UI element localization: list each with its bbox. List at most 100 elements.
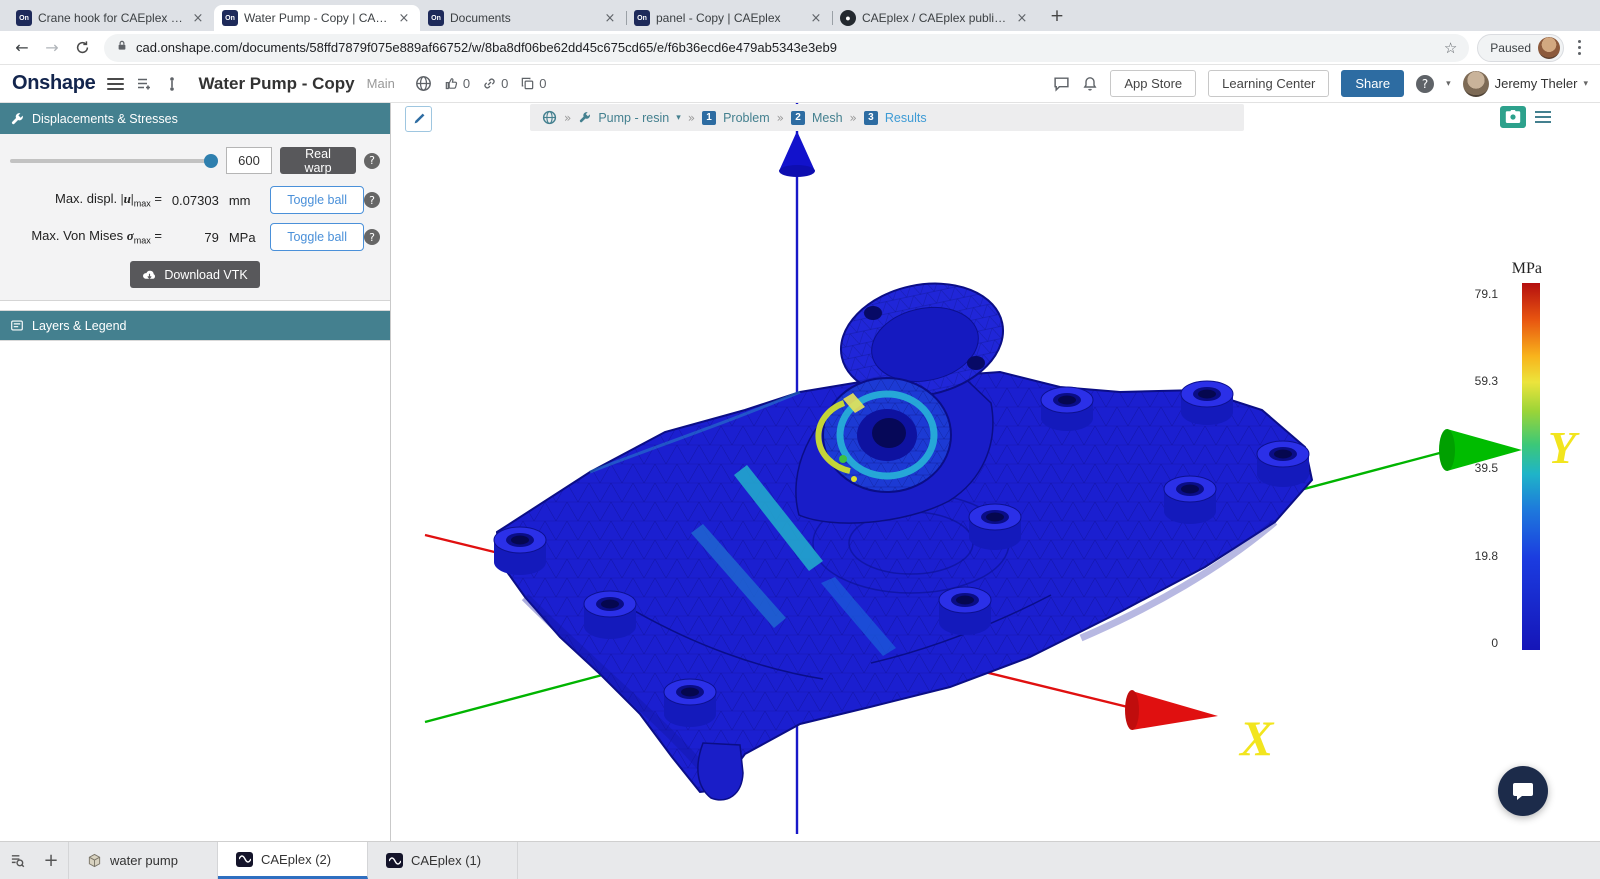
help-caret-icon[interactable]: ▾: [1446, 79, 1451, 89]
step-2-badge: 2: [791, 111, 805, 125]
max-vonmises-row: Max. Von Mises σmax = 79 MPa Toggle ball…: [10, 223, 380, 251]
chevron-down-icon[interactable]: ▾: [676, 113, 681, 123]
edit-button[interactable]: [405, 106, 432, 132]
tab-close-icon[interactable]: ×: [396, 10, 412, 26]
part-studio-icon: [87, 853, 102, 868]
forward-icon[interactable]: →: [38, 34, 66, 62]
hamburger-menu-icon[interactable]: [107, 78, 124, 90]
section-displacements-stresses[interactable]: Displacements & Stresses: [0, 103, 390, 134]
browser-tab[interactable]: ● CAEplex / CAEplex public project ×: [832, 5, 1038, 31]
versions-branch-icon[interactable]: [164, 76, 180, 92]
caeplex-icon: [236, 852, 253, 867]
tab-close-icon[interactable]: ×: [190, 10, 206, 26]
paused-label: Paused: [1490, 41, 1531, 55]
copy-count: 0: [539, 76, 546, 91]
real-warp-button[interactable]: Real warp: [280, 147, 356, 174]
tree-list-icon[interactable]: [136, 76, 152, 92]
z-axis-arrow: [779, 131, 815, 177]
step-3-badge: 3: [864, 111, 878, 125]
url-bar[interactable]: cad.onshape.com/documents/58ffd7879f075e…: [104, 34, 1469, 62]
element-tab-water-pump[interactable]: water pump: [68, 842, 218, 879]
browser-tab-active[interactable]: On Water Pump - Copy | CAEplex ×: [214, 5, 420, 31]
document-title: Water Pump - Copy: [198, 74, 354, 94]
help-icon[interactable]: ?: [1416, 75, 1434, 93]
user-menu[interactable]: Jeremy Theler ▾: [1463, 71, 1588, 97]
chat-widget-button[interactable]: [1498, 766, 1548, 816]
reload-icon[interactable]: [68, 34, 96, 62]
camera-icon: [1505, 110, 1521, 124]
caeplex-icon: [386, 853, 403, 868]
bolt-boss: [939, 587, 991, 635]
viewport-toolbar: [1500, 106, 1555, 128]
section-layers-legend[interactable]: Layers & Legend: [0, 310, 390, 341]
element-search-button[interactable]: [0, 842, 34, 879]
3d-viewport-canvas[interactable]: X Y: [391, 103, 1600, 841]
warp-help-icon[interactable]: ?: [364, 153, 380, 169]
onshape-favicon: On: [222, 10, 238, 26]
tab-close-icon[interactable]: ×: [1014, 10, 1030, 26]
tab-close-icon[interactable]: ×: [602, 10, 618, 26]
warp-factor-input[interactable]: [226, 147, 272, 174]
outlet-stub: [698, 743, 743, 800]
max-displacement-unit: mm: [219, 193, 258, 208]
warp-row: Real warp ?: [10, 147, 380, 174]
breadcrumb-step-results[interactable]: Results: [885, 111, 927, 125]
element-tab-caeplex-1[interactable]: CAEplex (1): [368, 842, 518, 879]
copies-stat[interactable]: 0: [520, 76, 546, 91]
colorbar-tick: 0: [1454, 636, 1498, 650]
likes-stat[interactable]: 0: [444, 76, 470, 91]
vonmises-help-icon[interactable]: ?: [364, 229, 380, 245]
browser-tab[interactable]: On Documents ×: [420, 5, 626, 31]
bolt-boss: [494, 527, 546, 575]
breadcrumb-step-problem[interactable]: Problem: [723, 111, 770, 125]
breadcrumb-step-mesh[interactable]: Mesh: [812, 111, 843, 125]
warp-slider[interactable]: [10, 154, 218, 168]
onshape-favicon: On: [428, 10, 444, 26]
bookmark-star-icon[interactable]: ☆: [1444, 39, 1457, 57]
browser-tab[interactable]: On panel - Copy | CAEplex ×: [626, 5, 832, 31]
add-element-button[interactable]: +: [34, 842, 68, 879]
workspace-label[interactable]: Main: [367, 76, 395, 91]
displacement-help-icon[interactable]: ?: [364, 192, 380, 208]
profile-paused-chip[interactable]: Paused: [1477, 34, 1564, 62]
bolt-boss: [1041, 387, 1093, 431]
toggle-ball-displacement-button[interactable]: Toggle ball: [270, 186, 364, 214]
viewport[interactable]: X Y » Pump - resin ▾ » 1 Problem » 2 Mes…: [391, 103, 1600, 841]
browser-tab[interactable]: On Crane hook for CAEplex | CAEplex ×: [8, 5, 214, 31]
element-tab-caeplex-2[interactable]: CAEplex (2): [218, 842, 368, 879]
link-icon: [482, 76, 497, 91]
toggle-ball-vonmises-button[interactable]: Toggle ball: [270, 223, 364, 251]
warp-slider-track[interactable]: [10, 159, 218, 163]
like-count: 0: [463, 76, 470, 91]
caeplex-panel: Displacements & Stresses Real warp ? Max…: [0, 103, 391, 841]
globe-icon[interactable]: [542, 110, 557, 125]
breadcrumb-separator: »: [777, 111, 784, 125]
app-store-button[interactable]: App Store: [1110, 70, 1196, 97]
links-stat[interactable]: 0: [482, 76, 508, 91]
legend-list-button[interactable]: [1531, 106, 1555, 128]
bolt-boss: [584, 591, 636, 639]
screenshot-button[interactable]: [1500, 106, 1526, 128]
element-tab-label: water pump: [110, 853, 178, 868]
back-icon[interactable]: ←: [8, 34, 36, 62]
bell-icon[interactable]: [1082, 76, 1098, 92]
wrench-icon: [578, 111, 591, 124]
share-button[interactable]: Share: [1341, 70, 1404, 97]
breadcrumb-project[interactable]: Pump - resin: [598, 111, 669, 125]
download-vtk-button[interactable]: Download VTK: [130, 261, 259, 288]
onshape-logo[interactable]: Onshape: [12, 72, 95, 95]
browser-menu-icon[interactable]: [1570, 40, 1588, 55]
globe-icon[interactable]: [415, 75, 432, 92]
warp-slider-handle[interactable]: [204, 154, 218, 168]
wrench-icon: [10, 112, 24, 126]
element-tab-bar: + water pump CAEplex (2) CAEplex (1): [0, 841, 1600, 879]
x-axis-label: X: [1238, 710, 1275, 766]
bolt-boss: [1257, 441, 1309, 487]
chat-icon[interactable]: [1053, 75, 1070, 92]
colorbar-tick: 79.1: [1454, 287, 1498, 301]
tab-close-icon[interactable]: ×: [808, 10, 824, 26]
learning-center-button[interactable]: Learning Center: [1208, 70, 1329, 97]
download-row: Download VTK: [10, 261, 380, 288]
element-tab-label: CAEplex (2): [261, 852, 331, 867]
new-tab-button[interactable]: +: [1044, 3, 1070, 29]
